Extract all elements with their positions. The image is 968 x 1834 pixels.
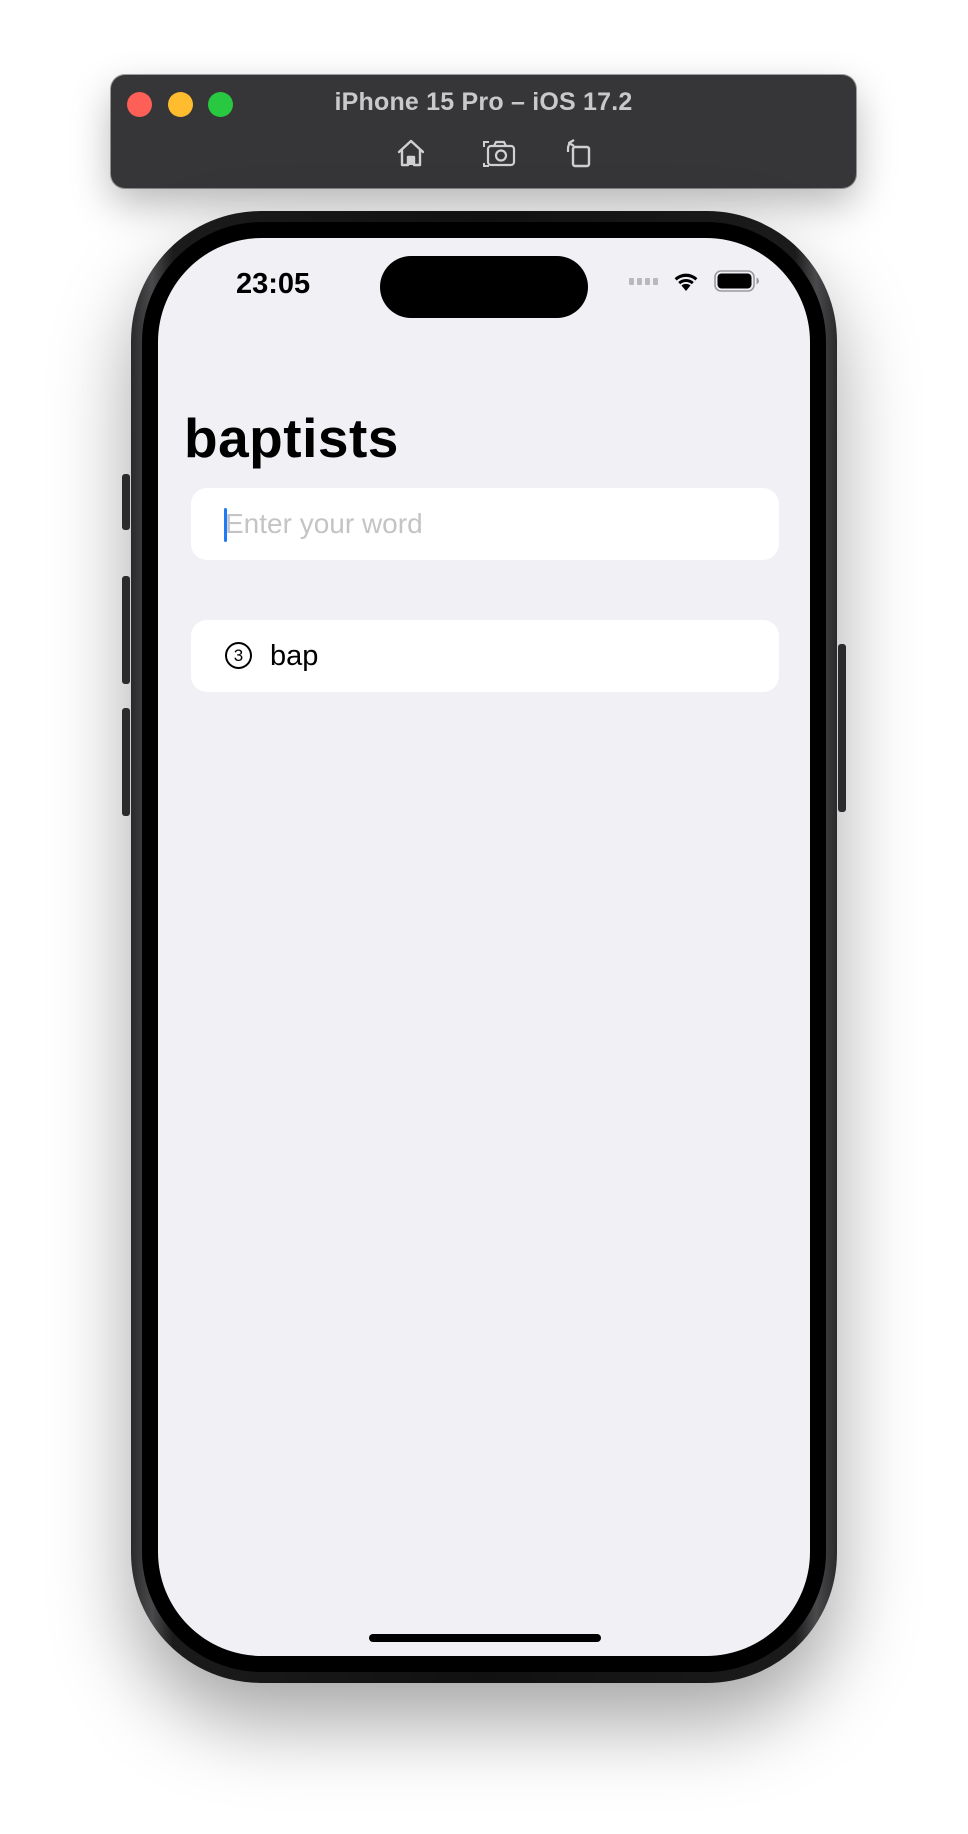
volume-down-button[interactable]	[122, 708, 130, 816]
simulator-title: iPhone 15 Pro – iOS 17.2	[334, 88, 633, 116]
action-button[interactable]	[122, 474, 130, 530]
item-word: bap	[270, 640, 319, 672]
dynamic-island	[380, 256, 588, 318]
search-field-container[interactable]	[191, 488, 779, 560]
word-input[interactable]	[225, 500, 765, 548]
cellular-signal-icon	[629, 277, 658, 285]
page-title: baptists	[184, 407, 399, 469]
status-icons	[629, 270, 760, 292]
status-time: 23:05	[236, 268, 311, 300]
home-icon	[397, 139, 425, 167]
count-circle-icon: 3	[225, 642, 252, 669]
power-button[interactable]	[838, 644, 846, 812]
screenshot-button[interactable]	[481, 135, 517, 171]
volume-up-button[interactable]	[122, 576, 130, 684]
home-indicator[interactable]	[369, 1634, 601, 1642]
rotate-icon	[566, 139, 591, 168]
screenshot-icon	[483, 140, 516, 167]
phone-screen: 23:05 baptists 3 b	[158, 238, 810, 1656]
battery-icon	[714, 270, 760, 292]
rotate-button[interactable]	[560, 135, 596, 171]
item-count: 3	[233, 645, 244, 665]
results-list: 3 bap	[191, 620, 779, 692]
simulator-toolbar: iPhone 15 Pro – iOS 17.2	[111, 75, 856, 188]
home-button[interactable]	[393, 135, 429, 171]
wifi-icon	[672, 270, 700, 292]
